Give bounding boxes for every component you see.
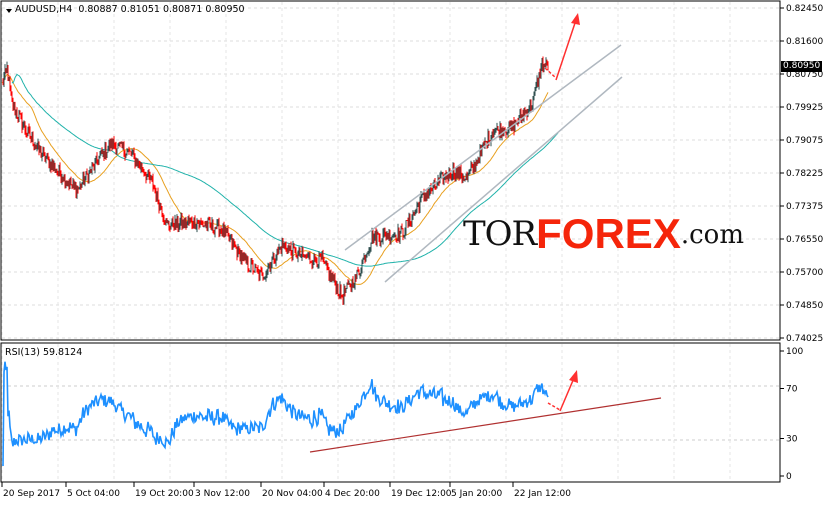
high-value: 0.81051 — [120, 4, 160, 15]
rsi-line — [2, 361, 549, 467]
symbol-header: AUDUSD,H4 0.80887 0.81051 0.80871 0.8095… — [5, 4, 245, 15]
time-tick-label: 4 Dec 20:00 — [325, 489, 380, 499]
close-value: 0.80950 — [205, 4, 245, 15]
low-value: 0.80871 — [162, 4, 203, 15]
time-axis: 20 Sep 2017 5 Oct 04:00 19 Oct 20:00 3 Nov … — [1, 482, 571, 499]
torforex-logo: TOR FOREX .com — [463, 210, 744, 257]
rsi-polyline — [2, 361, 549, 467]
logo-tor: TOR — [463, 214, 537, 254]
time-tick-label: 20 Nov 04:00 — [262, 489, 323, 499]
price-tick-label: 0.82450 — [786, 4, 823, 14]
trading-chart[interactable]: 0.82450 0.81600 0.80750 0.79925 0.79075 0.782… — [0, 0, 824, 504]
price-tick-label: 0.75700 — [786, 268, 823, 278]
symbol-label: AUDUSD,H4 — [15, 4, 73, 15]
current-price-tag: 0.80950 — [781, 61, 823, 72]
chart-canvas[interactable]: 0.824500.816000.807500.799250.790750.782… — [0, 0, 824, 504]
time-tick-label: 3 Nov 12:00 — [195, 489, 250, 499]
price-tick-label: 0.74850 — [786, 301, 823, 311]
time-tick-label: 19 Oct 20:00 — [135, 489, 194, 499]
time-tick-label: 5 Oct 04:00 — [67, 489, 120, 499]
price-tick-label: 0.79075 — [786, 136, 823, 146]
rsi-label: RSI(13) 59.8124 — [5, 347, 83, 358]
rsi-tick-label: 70 — [786, 385, 798, 395]
rsi-tick-label: 100 — [786, 347, 803, 357]
open-value: 0.80887 — [78, 4, 118, 15]
price-tick-label: 0.79925 — [786, 103, 823, 113]
price-tick-label: 0.76550 — [786, 235, 823, 245]
main-pane-border — [0, 0, 781, 341]
candles — [2, 56, 549, 305]
rsi-trendline[interactable] — [309, 397, 662, 453]
rsi-tick-label: 0 — [786, 472, 792, 482]
price-tick-label: 0.74025 — [786, 334, 823, 344]
time-tick-label: 19 Dec 12:00 — [391, 489, 452, 499]
logo-com: .com — [680, 220, 744, 250]
time-tick-label: 22 Jan 12:00 — [514, 489, 571, 499]
price-tick-label: 0.78225 — [786, 169, 823, 179]
rsi-tick-label: 30 — [786, 435, 798, 445]
rsi-forecast-arrow — [547, 370, 578, 412]
rsi-axis: 100 70 30 0 — [780, 347, 803, 482]
logo-forex: FOREX — [536, 210, 681, 257]
time-tick-label: 5 Jan 20:00 — [451, 489, 503, 499]
time-tick-label: 20 Sep 2017 — [3, 489, 60, 499]
price-tick-label: 0.77375 — [786, 202, 823, 212]
price-axis: 0.824500.816000.807500.799250.790750.782… — [780, 4, 823, 344]
price-tick-label: 0.81600 — [786, 37, 823, 47]
rsi-pane-border — [0, 342, 781, 483]
